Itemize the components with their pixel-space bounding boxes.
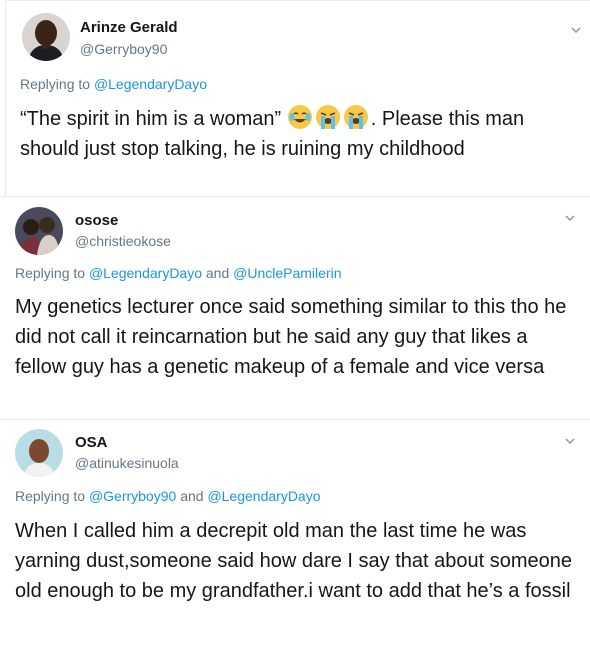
tweet-1[interactable]: Arinze Gerald @Gerryboy90 Replying to @L… (5, 0, 590, 196)
chevron-down-icon[interactable] (569, 25, 583, 35)
replying-to-label: Replying to (15, 265, 86, 281)
tweet-text: My genetics lecturer once said something… (15, 296, 567, 378)
display-name[interactable]: osose (75, 212, 118, 229)
loudly-crying-face-icon (343, 105, 368, 129)
avatar[interactable] (15, 429, 63, 477)
chevron-down-icon[interactable] (563, 436, 577, 446)
mention-joiner: and (180, 488, 204, 504)
tweet-text-start: “The spirit in him is a woman” (20, 108, 287, 130)
face-with-tears-of-joy-icon (287, 105, 312, 129)
mention-link[interactable]: @Gerryboy90 (89, 488, 176, 504)
replying-to-label: Replying to (15, 488, 86, 504)
user-handle[interactable]: @atinukesinuola (75, 455, 179, 471)
avatar[interactable] (15, 207, 63, 255)
display-name[interactable]: Arinze Gerald (80, 19, 178, 36)
mention-link[interactable]: @UnclePamilerin (233, 265, 341, 281)
loudly-crying-face-icon (315, 105, 340, 129)
tweet-text: When I called him a decrepit old man the… (15, 520, 573, 602)
mention-joiner: and (205, 265, 230, 281)
mention-link[interactable]: @LegendaryDayo (207, 488, 320, 504)
avatar[interactable] (22, 13, 70, 61)
tweet-3[interactable]: OSA @atinukesinuola Replying to @Gerrybo… (0, 419, 590, 653)
user-handle[interactable]: @Gerryboy90 (80, 41, 167, 57)
replying-to: Replying to @LegendaryDayo and @UnclePam… (15, 265, 342, 281)
tweet-text: “The spirit in him is a woman” . Please … (20, 104, 560, 164)
chevron-down-icon[interactable] (563, 213, 577, 223)
display-name[interactable]: OSA (75, 434, 108, 451)
replying-to: Replying to @LegendaryDayo (20, 76, 207, 92)
tweet-2[interactable]: osose @christieokose Replying to @Legend… (0, 196, 590, 419)
replying-to: Replying to @Gerryboy90 and @LegendaryDa… (15, 488, 321, 504)
mention-link[interactable]: @LegendaryDayo (89, 265, 202, 281)
mention-link[interactable]: @LegendaryDayo (94, 76, 207, 92)
user-handle[interactable]: @christieokose (75, 233, 171, 249)
replying-to-label: Replying to (20, 76, 91, 92)
